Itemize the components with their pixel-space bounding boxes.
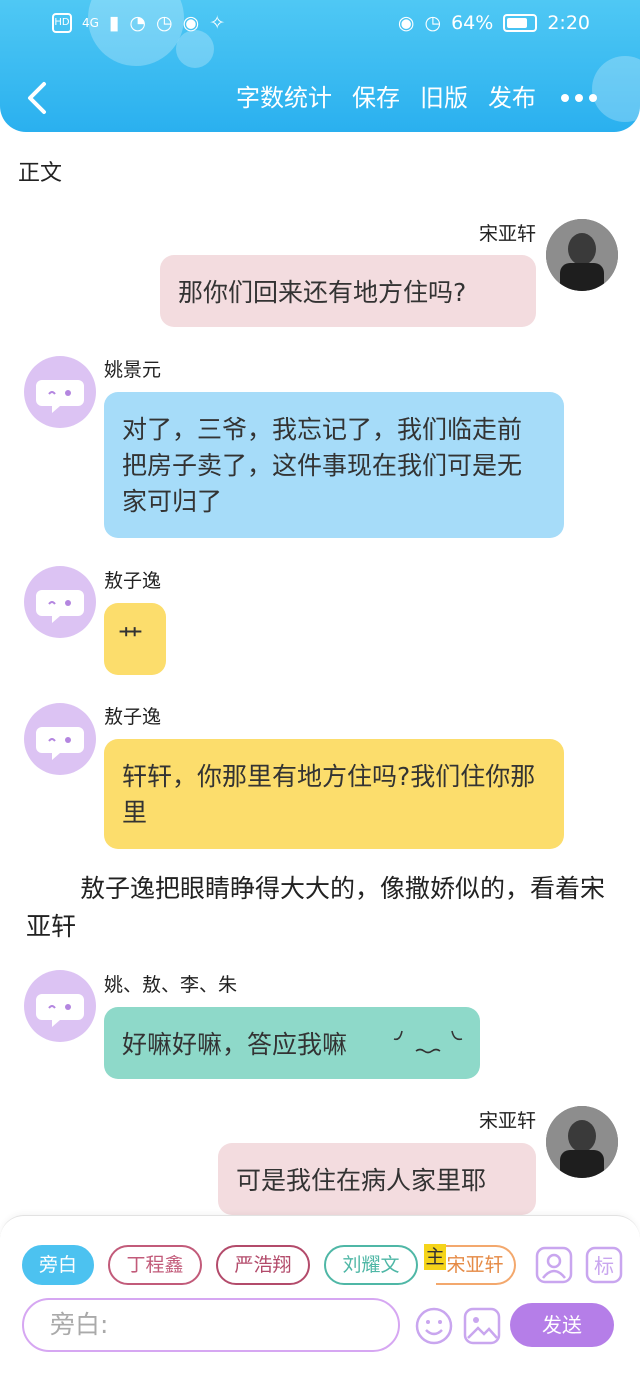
message-bubble[interactable]: 艹 — [104, 603, 166, 675]
avatar[interactable] — [546, 219, 618, 291]
save-button[interactable]: 保存 — [352, 80, 400, 116]
speaker-name: 宋亚轩 — [478, 1110, 536, 1132]
back-arrow-icon[interactable] — [20, 78, 60, 118]
speaker-name: 姚、敖、李、朱 — [104, 974, 238, 996]
role-chip-narration[interactable]: 旁白 — [22, 1245, 94, 1285]
role-chip-yan-haoxiang[interactable]: 严浩翔 — [216, 1245, 310, 1285]
avatar[interactable] — [24, 566, 96, 638]
avatar[interactable] — [546, 1106, 618, 1178]
role-chip-song-yaxuan[interactable]: 宋亚轩 — [436, 1245, 516, 1285]
word-count-button[interactable]: 字数统计 — [236, 80, 332, 116]
message-bubble[interactable]: 轩轩，你那里有地方住吗?我们住你那里 — [104, 739, 564, 849]
chat-bubble-avatar-icon — [36, 590, 84, 623]
chat-bubble-avatar-icon — [36, 380, 84, 413]
tag-icon[interactable]: 标 — [584, 1245, 624, 1285]
role-chip-ding-chengxin[interactable]: 丁程鑫 — [108, 1245, 202, 1285]
avatar-photo-icon — [546, 1106, 618, 1178]
top-bar: HD 4G ▮ ◔ ◷ ◉ ✧ ◉ ◷ 64% 2:20 字数统计 保存 旧版 … — [0, 0, 640, 132]
kaomoji-icon — [393, 1030, 463, 1054]
send-button[interactable]: 发送 — [510, 1303, 614, 1347]
signal-icon: ▮ — [108, 12, 120, 34]
avatar-photo-icon — [546, 219, 618, 291]
old-version-button[interactable]: 旧版 — [420, 80, 468, 116]
section-title: 正文 — [18, 161, 63, 186]
alarm-icon: ◷ — [156, 12, 173, 34]
eye-icon: ◉ — [397, 12, 415, 34]
status-bar: HD 4G ▮ ◔ ◷ ◉ ✧ ◉ ◷ 64% 2:20 — [0, 0, 640, 48]
message-bubble[interactable]: 对了，三爷，我忘记了，我们临走前把房子卖了，这件事现在我们可是无家可归了 — [104, 392, 564, 538]
emoji-icon[interactable] — [414, 1306, 454, 1346]
nav-bar: 字数统计 保存 旧版 发布 — [0, 70, 640, 126]
chat-bubble-avatar-icon — [36, 994, 84, 1027]
network-label: 4G — [82, 16, 99, 30]
battery-percent: 64% — [451, 12, 494, 34]
battery-icon — [503, 14, 538, 32]
message-bubble[interactable]: 那你们回来还有地方住吗? — [160, 255, 536, 327]
alipay-icon: ✧ — [209, 12, 226, 34]
avatar[interactable] — [24, 970, 96, 1042]
svg-text:标: 标 — [594, 1254, 614, 1278]
main-character-tag: 主 — [424, 1244, 446, 1270]
role-chip-liu-yaowen[interactable]: 刘耀文 — [324, 1245, 418, 1285]
message-input[interactable]: 旁白: — [22, 1298, 400, 1352]
narration-text[interactable]: 敖子逸把眼睛睁得大大的，像撒娇似的，看着宋亚轩 — [26, 870, 606, 946]
chat-bubble-avatar-icon — [36, 727, 84, 760]
message-bubble[interactable]: 可是我住在病人家里耶 — [218, 1143, 536, 1215]
alarm-icon: ◷ — [424, 12, 442, 34]
image-icon[interactable] — [462, 1306, 502, 1346]
speaker-name: 姚景元 — [104, 359, 162, 381]
speaker-name: 敖子逸 — [104, 570, 162, 592]
add-character-icon[interactable] — [534, 1245, 574, 1285]
clock-time: 2:20 — [547, 12, 590, 34]
speaker-name: 宋亚轩 — [478, 223, 536, 245]
publish-button[interactable]: 发布 — [488, 80, 536, 116]
speaker-name: 敖子逸 — [104, 706, 162, 728]
wifi-icon: ◔ — [129, 12, 146, 34]
hd-icon: HD — [52, 13, 72, 33]
avatar[interactable] — [24, 356, 96, 428]
more-icon[interactable] — [558, 80, 600, 116]
avatar[interactable] — [24, 703, 96, 775]
message-text: 好嘛好嘛，答应我嘛 — [122, 1030, 348, 1059]
message-bubble[interactable]: 好嘛好嘛，答应我嘛 — [104, 1007, 480, 1079]
app-notification-icon: ◉ — [182, 12, 200, 34]
